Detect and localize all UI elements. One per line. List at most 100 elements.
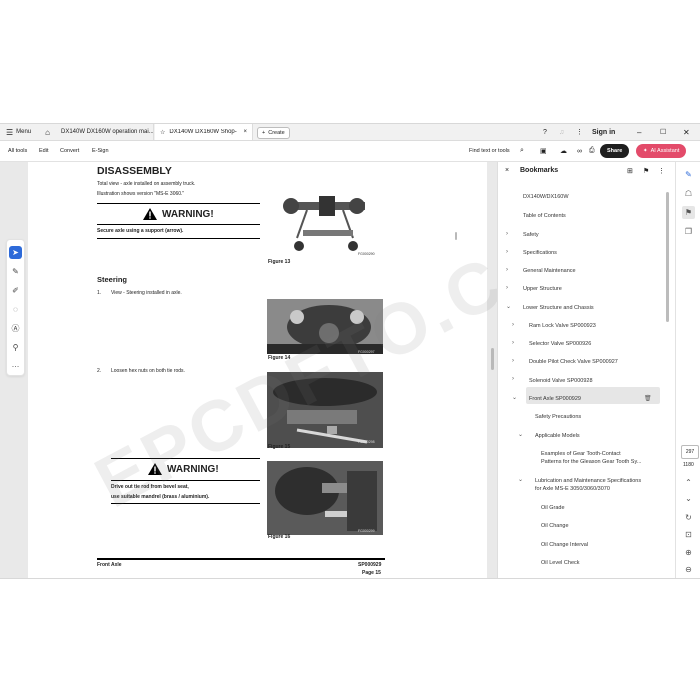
fit-page-icon[interactable]: ⊡ — [682, 528, 695, 541]
bookmark-item[interactable]: Specifications — [523, 250, 557, 257]
print-icon[interactable]: ⎙ — [589, 141, 595, 161]
page-scroll-thumb-small[interactable] — [455, 232, 457, 240]
more-vertical-icon[interactable]: ⋮ — [658, 167, 665, 175]
bookmark-item[interactable]: Lubrication and Maintenance Specificatio… — [535, 478, 641, 485]
close-icon[interactable]: × — [243, 129, 247, 135]
bookmark-item[interactable]: Lower Structure and Chassis — [523, 305, 594, 312]
chat-icon[interactable]: ☖ — [682, 187, 695, 200]
bookmark-item[interactable]: Double Pilot Check Valve SP000927 — [529, 359, 618, 366]
chevron-right-icon[interactable]: › — [512, 322, 514, 328]
cloud-upload-icon[interactable]: ☁ — [560, 141, 567, 161]
find-text-button[interactable]: Find text or tools — [469, 141, 510, 161]
bookmark-item-front-axle[interactable]: Front Axle SP000929 — [529, 396, 581, 403]
document-scrollbar[interactable] — [491, 348, 494, 370]
share-button[interactable]: Share — [600, 144, 630, 158]
maximize-icon[interactable]: ☐ — [660, 124, 666, 140]
chevron-right-icon[interactable]: › — [506, 267, 508, 273]
warning-1-text: Secure axle using a support (arrow). — [97, 228, 184, 234]
chevron-down-icon[interactable]: ⌄ — [518, 431, 523, 438]
link-icon[interactable]: ∞ — [577, 141, 582, 161]
bookmark-item[interactable]: Oil Level Check — [541, 560, 580, 567]
footer-code: SP000929 — [358, 562, 382, 568]
bookmark-item-continued[interactable]: Patterns for the Gleason Gear Tooth Sy..… — [541, 459, 641, 466]
edit-button[interactable]: Edit — [39, 141, 48, 161]
bookmark-item[interactable]: Upper Structure — [523, 286, 562, 293]
figure-13-caption: Figure 13 — [268, 259, 291, 265]
page-number-input[interactable]: 297 — [681, 445, 699, 459]
comment-icon[interactable]: ✎ — [9, 265, 22, 278]
bookmarks-scrollbar[interactable] — [666, 192, 669, 322]
all-tools-button[interactable]: All tools — [8, 141, 27, 161]
bookmark-item-continued[interactable]: for Axle MS-E 3050/3060/3070 — [535, 486, 610, 493]
chevron-right-icon[interactable]: › — [506, 231, 508, 237]
esign-button[interactable]: E-Sign — [92, 141, 109, 161]
chevron-right-icon[interactable]: › — [506, 249, 508, 255]
bookmark-item[interactable]: Safety Precautions — [535, 414, 581, 421]
create-tab-button[interactable]: + Create — [257, 127, 290, 139]
refresh-icon[interactable]: ↻ — [682, 511, 695, 524]
chevron-right-icon[interactable]: › — [512, 340, 514, 346]
page-title: DISASSEMBLY — [97, 165, 172, 177]
bookmarks-panel-icon[interactable]: ⚑ — [682, 206, 695, 219]
menu-button[interactable]: ☰ Menu — [6, 124, 31, 140]
home-icon[interactable]: ⌂ — [40, 124, 55, 140]
chevron-down-icon[interactable]: ⌄ — [518, 476, 523, 483]
footer-section: Front Axle — [97, 562, 122, 568]
bookmark-item[interactable]: Examples of Gear Tooth-Contact — [541, 451, 621, 458]
hamburger-icon: ☰ — [6, 127, 14, 137]
bookmark-item[interactable]: Oil Change — [541, 523, 569, 530]
bookmark-item[interactable]: Ram Lock Valve SP000923 — [529, 323, 596, 330]
text-select-icon[interactable]: Ⓐ — [9, 322, 22, 335]
intro-text-1: Total view - axle installed on assembly … — [97, 181, 196, 187]
chevron-right-icon[interactable]: › — [512, 376, 514, 382]
more-icon[interactable]: … — [9, 358, 22, 371]
steering-heading: Steering — [97, 275, 128, 284]
convert-button[interactable]: Convert — [60, 141, 79, 161]
chevron-right-icon[interactable]: › — [512, 358, 514, 364]
bookmark-item[interactable]: Selector Valve SP000926 — [529, 341, 591, 348]
edit-panel-icon[interactable]: ✎ — [682, 168, 695, 181]
help-icon[interactable]: ? — [543, 124, 547, 140]
star-icon[interactable]: ☆ — [160, 129, 165, 136]
select-arrow-icon[interactable]: ➤ — [9, 246, 22, 259]
warning-triangle-icon — [143, 208, 157, 220]
figure-16-code: FG000299 — [358, 529, 375, 533]
chevron-down-icon[interactable]: ⌄ — [506, 303, 511, 310]
save-icon[interactable]: ▣ — [540, 141, 547, 161]
zoom-out-icon[interactable]: ⊖ — [682, 563, 695, 576]
trash-icon[interactable]: 🗑 — [644, 395, 652, 402]
stamp-icon[interactable]: ⚲ — [9, 341, 22, 354]
chevron-down-icon[interactable]: ⌄ — [512, 394, 517, 401]
tab-shop-manual[interactable]: ☆ DX140W DX160W Shop-... × — [155, 124, 253, 140]
bookmark-item[interactable]: General Maintenance — [523, 268, 576, 275]
figure-15-code: FG000298 — [358, 440, 375, 444]
acrobat-window: ☰ Menu ⌂ DX140W DX160W operation mai... … — [0, 123, 700, 579]
apps-icon[interactable]: ⋮ — [576, 124, 583, 140]
chevron-down-icon[interactable]: ⌄ — [682, 492, 695, 505]
pen-icon[interactable]: ✐ — [9, 284, 22, 297]
bookmark-item[interactable]: Oil Change Interval — [541, 542, 588, 549]
bookmark-item[interactable]: Solenoid Valve SP000928 — [529, 378, 593, 385]
bookmark-item[interactable]: Applicable Models — [535, 433, 580, 440]
zoom-in-icon[interactable]: ⊕ — [682, 546, 695, 559]
chevron-right-icon[interactable]: › — [506, 285, 508, 291]
bookmark-item[interactable]: Table of Contents — [523, 213, 566, 220]
chevron-up-icon[interactable]: ⌃ — [682, 476, 695, 489]
bookmark-item[interactable]: DX140W/DX160W — [523, 194, 569, 201]
document-viewport[interactable]: DISASSEMBLY Total view - axle installed … — [0, 162, 628, 578]
step-1-number: 1. — [97, 290, 102, 296]
lasso-icon[interactable]: ◌ — [9, 303, 22, 316]
bell-icon[interactable]: ♫ — [559, 124, 564, 140]
bookmark-icon[interactable]: ⚑ — [643, 167, 649, 175]
tab-operation-manual[interactable]: DX140W DX160W operation mai... — [56, 124, 154, 140]
search-icon[interactable]: ⌕ — [520, 141, 524, 161]
minimize-icon[interactable]: – — [637, 124, 641, 140]
copy-icon[interactable]: ❐ — [682, 225, 695, 238]
bookmark-item[interactable]: Safety — [523, 232, 539, 239]
window-close-icon[interactable]: ✕ — [683, 124, 690, 140]
sign-in-button[interactable]: Sign in — [592, 124, 615, 140]
bookmark-item[interactable]: Oil Grade — [541, 505, 565, 512]
close-panel-icon[interactable]: × — [505, 167, 509, 174]
ai-assistant-button[interactable]: ✦ AI Assistant — [636, 144, 687, 158]
bookmark-add-icon[interactable]: ⊞ — [627, 167, 633, 175]
